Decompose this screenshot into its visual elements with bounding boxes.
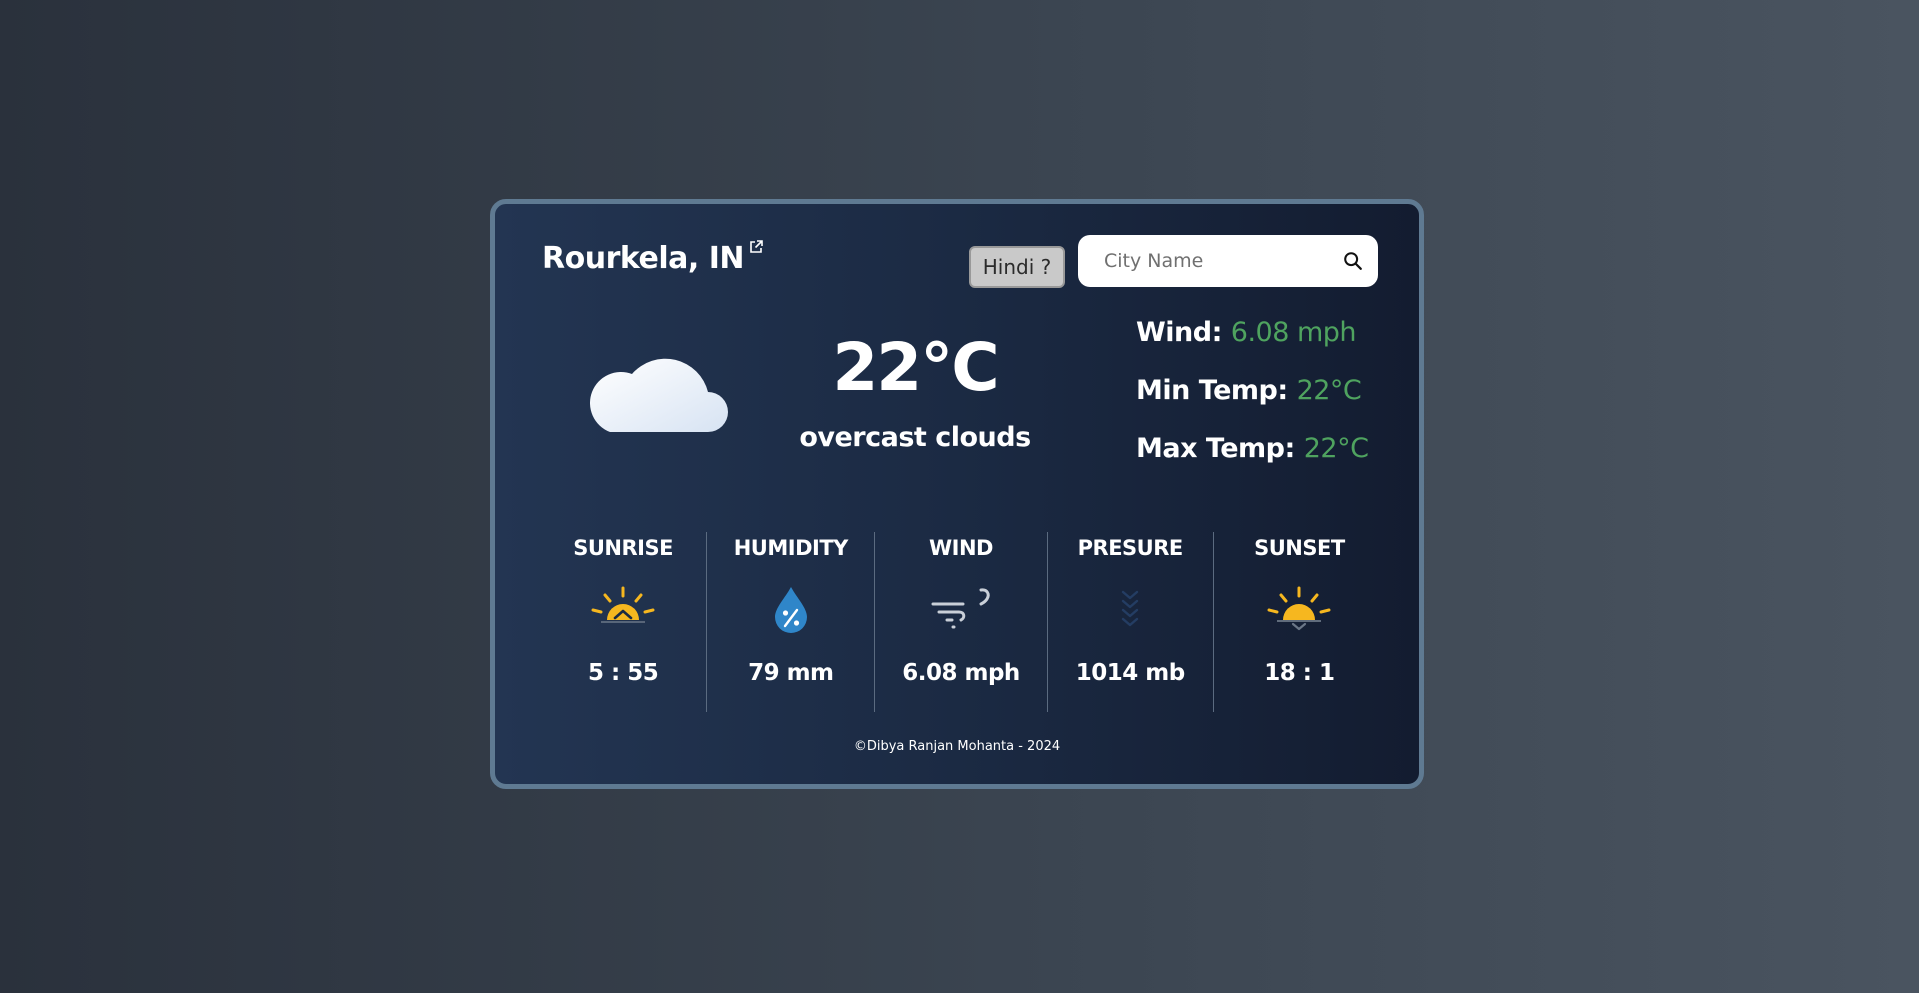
location-heading: Rourkela, IN <box>542 239 764 276</box>
sunrise-icon <box>591 586 655 623</box>
metrics-row: SUNRISE 5 : 55 HUMIDITY 79 mm WIND 6.08 … <box>540 532 1385 712</box>
wind-icon <box>931 588 990 629</box>
wind-stat-label: Wind: <box>1136 317 1222 348</box>
metric-title: SUNSET <box>1254 536 1345 560</box>
metric-value: 6.08 mph <box>902 660 1020 686</box>
weather-condition: overcast clouds <box>799 422 1031 453</box>
metric-value: 79 mm <box>748 660 834 686</box>
wind-stat: Wind: 6.08 mph <box>1136 317 1357 348</box>
metric-pressure: PRESURE 1014 mb <box>1046 532 1213 712</box>
city-search-input[interactable] <box>1102 249 1342 273</box>
current-temperature: 22°C <box>832 329 999 406</box>
external-link-icon[interactable] <box>748 239 764 255</box>
hindi-toggle-button[interactable]: Hindi ? <box>969 246 1065 288</box>
weather-card: Rourkela, IN Hindi ? 22°C overcast cloud… <box>490 199 1424 789</box>
metric-value: 5 : 55 <box>587 660 659 686</box>
pressure-icon <box>1122 590 1139 627</box>
metric-title: HUMIDITY <box>733 536 849 560</box>
wind-stat-value: 6.08 mph <box>1230 317 1357 348</box>
metric-value: 1014 mb <box>1075 660 1185 686</box>
copyright-footer: ©Dibya Ranjan Mohanta - 2024 <box>853 739 1061 754</box>
city-name: Rourkela, IN <box>542 241 745 276</box>
cloud-icon <box>590 358 728 432</box>
metric-sunset: SUNSET 18 : 1 <box>1212 532 1385 712</box>
max-temp-value: 22°C <box>1303 433 1369 464</box>
metric-sunrise: SUNRISE 5 : 55 <box>540 532 706 712</box>
search-bar <box>1078 235 1378 287</box>
metric-title: PRESURE <box>1077 536 1184 560</box>
min-temp-stat: Min Temp: 22°C <box>1136 375 1362 406</box>
min-temp-value: 22°C <box>1296 375 1362 406</box>
search-icon[interactable] <box>1342 250 1364 272</box>
metric-value: 18 : 1 <box>1264 660 1335 686</box>
min-temp-label: Min Temp: <box>1136 375 1288 406</box>
max-temp-stat: Max Temp: 22°C <box>1136 433 1369 464</box>
max-temp-label: Max Temp: <box>1136 433 1295 464</box>
metric-wind: WIND 6.08 mph <box>874 532 1046 712</box>
humidity-drop-icon <box>774 587 807 633</box>
metric-humidity: HUMIDITY 79 mm <box>706 532 874 712</box>
metric-title: WIND <box>929 536 993 560</box>
sunset-icon <box>1267 586 1331 631</box>
metric-title: SUNRISE <box>573 536 673 560</box>
